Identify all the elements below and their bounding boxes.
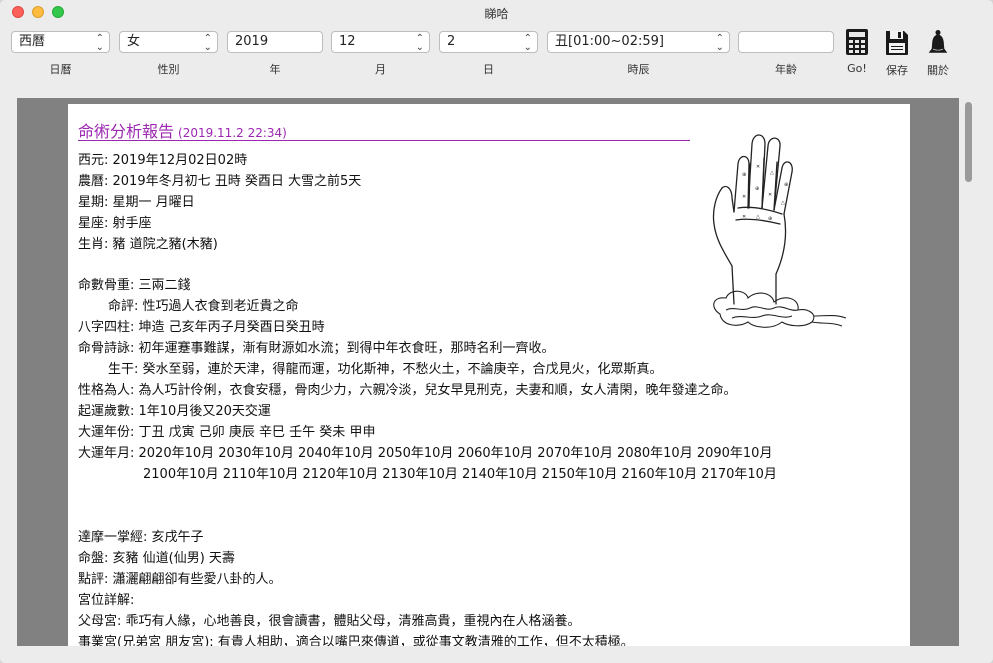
year-input[interactable]: 2019: [227, 31, 323, 53]
title-bar: 睇哈: [0, 0, 993, 24]
report-line: 2100年10月 2110年10月 2120年10月 2130年10月 2140…: [143, 467, 777, 482]
report-line: 達摩一掌經: 亥戌午子: [78, 530, 204, 545]
report-page: 命術分析報告 (2019.11.2 22:34) ⊕ ✕ △ ⊕ ✕ ⊕ ✕ △…: [68, 104, 910, 646]
report-line: 命盤: 亥豬 仙道(仙男) 天壽: [78, 551, 235, 566]
go-button[interactable]: Go!: [839, 26, 875, 76]
bell-icon: [928, 30, 948, 53]
report-header: 命術分析報告 (2019.11.2 22:34): [78, 118, 287, 142]
report-title-rule: [78, 140, 690, 141]
save-button-label: 保存: [886, 64, 908, 77]
vertical-scrollbar[interactable]: [961, 98, 975, 646]
svg-text:⊕: ⊕: [784, 182, 788, 188]
year-label: 年: [269, 63, 281, 76]
save-button[interactable]: 保存: [879, 26, 915, 77]
age-input[interactable]: [738, 31, 834, 53]
report-line: 生干: 癸水至弱，連於天津，得龍而運，功化斯神，不愁火土，不論庚辛，合戊見火，化…: [108, 362, 663, 377]
year-value: 2019: [235, 34, 269, 49]
svg-text:△: △: [781, 200, 785, 206]
svg-text:⊕: ⊕: [768, 216, 772, 222]
report-line: 西元: 2019年12月02日02時: [78, 153, 248, 168]
svg-text:✕: ✕: [756, 164, 760, 170]
report-line: 宮位詳解:: [78, 593, 135, 608]
report-line: 命數骨重: 三兩二錢: [78, 278, 191, 293]
report-line: 大運年份: 丁丑 戊寅 己卯 庚辰 辛巳 壬午 癸未 甲申: [78, 425, 376, 440]
svg-text:✕: ✕: [742, 214, 746, 220]
svg-text:△: △: [770, 170, 774, 176]
window-bottom-bar: [0, 646, 993, 663]
day-label: 日: [483, 63, 494, 76]
floppy-disk-icon: [886, 31, 908, 55]
report-line: 性格為人: 為人巧計伶俐，衣食安穩，骨肉少力，六親冷淡，兒女早見刑克，夫妻和順，…: [78, 383, 737, 398]
hour-label: 時辰: [627, 63, 650, 76]
about-button-label: 關於: [927, 64, 949, 77]
svg-text:✕: ✕: [768, 192, 772, 198]
calculator-icon: [846, 29, 868, 55]
calendar-value: 西曆: [19, 34, 46, 49]
palm-reading-hand-illustration: ⊕ ✕ △ ⊕ ✕ ⊕ ✕ △ ✕ △ ⊕: [712, 134, 847, 328]
select-arrows-icon: ⌃ ⌄: [415, 33, 424, 53]
month-label: 月: [375, 63, 386, 76]
select-arrows-icon: ⌃ ⌄: [523, 33, 532, 53]
svg-text:✕: ✕: [742, 194, 746, 200]
report-line: 點評: 瀟灑翩翩卻有些愛八卦的人。: [78, 572, 282, 587]
month-select[interactable]: 12 ⌃ ⌄: [331, 31, 430, 53]
age-label: 年齡: [775, 63, 797, 76]
report-line: 星期: 星期一 月曜日: [78, 195, 195, 210]
about-button[interactable]: 關於: [920, 26, 956, 77]
calendar-select[interactable]: 西曆 ⌃ ⌄: [11, 31, 110, 53]
hour-value: 丑[01:00~02:59]: [555, 34, 664, 49]
report-line: 起運歲數: 1年10月後又20天交運: [78, 404, 271, 419]
day-value: 2: [447, 34, 456, 49]
report-title: 命術分析報告: [78, 122, 175, 141]
report-line: 命評: 性巧過人衣食到老近貴之命: [108, 299, 299, 314]
report-line: 大運年月: 2020年10月 2030年10月 2040年10月 2050年10…: [78, 446, 773, 461]
scrollbar-thumb[interactable]: [965, 102, 972, 182]
svg-text:⊕: ⊕: [742, 172, 746, 178]
gender-label: 性別: [157, 63, 180, 76]
select-arrows-icon: ⌃ ⌄: [95, 33, 104, 53]
hour-select[interactable]: 丑[01:00~02:59] ⌃ ⌄: [547, 31, 730, 53]
report-line: 生肖: 豬 道院之豬(木豬): [78, 237, 218, 252]
toolbar: 西曆 ⌃ ⌄ 日曆 女 ⌃ ⌄ 性別 2019 年 12 ⌃ ⌄ 月 2 ⌃ ⌄ 日 丑…: [0, 24, 993, 78]
select-arrows-icon: ⌃ ⌄: [203, 33, 212, 53]
gender-select[interactable]: 女 ⌃ ⌄: [119, 31, 218, 53]
go-button-label: Go!: [847, 62, 867, 75]
report-line: 命骨詩詠: 初年運蹇事難謀，漸有財源如水流；到得中年衣食旺，那時名利一齊收。: [78, 341, 555, 356]
month-value: 12: [339, 34, 356, 49]
svg-text:⊕: ⊕: [755, 186, 759, 192]
gender-value: 女: [127, 34, 141, 49]
report-line: 事業宮(兄弟宮 朋友宮): 有貴人相助，適合以嘴巴來傳道，或從事文教清雅的工作，…: [78, 635, 634, 646]
calendar-label: 日曆: [49, 63, 72, 76]
window-title: 睇哈: [484, 7, 509, 21]
report-date: (2019.11.2 22:34): [178, 126, 287, 140]
report-scroll-view[interactable]: 命術分析報告 (2019.11.2 22:34) ⊕ ✕ △ ⊕ ✕ ⊕ ✕ △…: [17, 98, 959, 646]
report-line: 星座: 射手座: [78, 216, 152, 231]
day-select[interactable]: 2 ⌃ ⌄: [439, 31, 538, 53]
select-arrows-icon: ⌃ ⌄: [715, 33, 724, 53]
report-line: 父母宮: 乖巧有人緣，心地善良，很會讀書，體貼父母，清雅高貴，重視內在人格涵養。: [78, 614, 581, 629]
report-line: 農曆: 2019年冬月初七 丑時 癸酉日 大雪之前5天: [78, 174, 362, 189]
svg-text:△: △: [756, 214, 760, 220]
app-window: 睇哈 西曆 ⌃ ⌄ 日曆 女 ⌃ ⌄ 性別 2019 年 12 ⌃ ⌄ 月 2 ⌃ ⌄ …: [0, 0, 993, 663]
report-line: 八字四柱: 坤造 己亥年丙子月癸酉日癸丑時: [78, 320, 325, 335]
